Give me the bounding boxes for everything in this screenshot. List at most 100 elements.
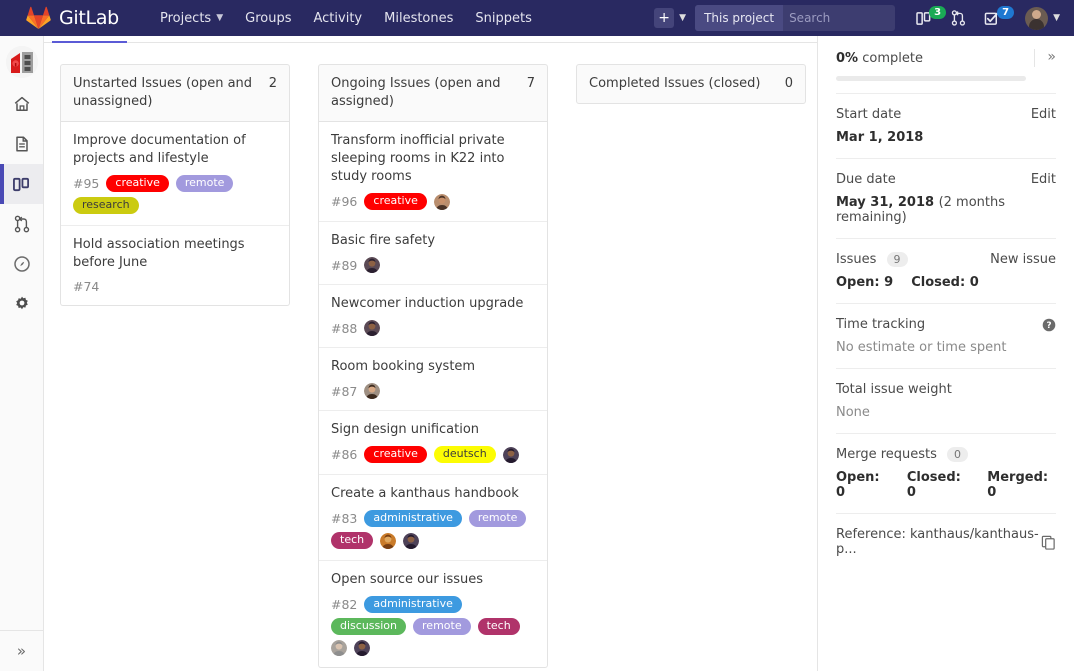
gitlab-logo[interactable]: GitLab	[26, 0, 119, 36]
issues-open: Open: 9	[836, 275, 894, 290]
board-column-cards: Improve documentation of projects and li…	[60, 122, 290, 306]
issue-label[interactable]: remote	[468, 510, 527, 527]
avatar	[1025, 6, 1049, 30]
assignee-avatar[interactable]	[331, 640, 347, 656]
project-avatar[interactable]	[5, 46, 38, 78]
issue-card[interactable]: Room booking system #87	[319, 348, 547, 411]
issue-card-title[interactable]: Open source our issues	[331, 571, 535, 589]
search-scope-button[interactable]: This project	[695, 5, 784, 31]
issue-card[interactable]: Newcomer induction upgrade #88	[319, 285, 547, 348]
assignee-avatar[interactable]	[354, 640, 370, 656]
user-menu-button[interactable]: ▼	[1010, 0, 1064, 36]
due-date-date: May 31, 2018	[836, 195, 935, 210]
assignee-avatar[interactable]	[380, 532, 397, 549]
sidebar-collapse-button[interactable]: »	[0, 630, 43, 671]
issue-card[interactable]: Create a kanthaus handbook #83 administrat…	[319, 475, 547, 561]
progress-row: 0% complete »	[836, 36, 1056, 67]
issue-card-meta: #87	[331, 383, 535, 399]
due-date-section: Due date Edit May 31, 2018 (2 months rem…	[836, 158, 1056, 238]
nav-link-projects-label: Projects	[159, 10, 212, 26]
start-date-edit-button[interactable]: Edit	[1031, 107, 1056, 122]
new-item-chevron-down-icon[interactable]: ▼	[679, 13, 686, 23]
sidebar-item-merge-requests[interactable]	[0, 204, 43, 244]
issue-card-meta: #74	[73, 279, 277, 294]
issue-card-title[interactable]: Transform inofficial private sleeping ro…	[331, 132, 535, 186]
issue-label[interactable]: administrative	[364, 596, 462, 613]
new-item-button[interactable]: +	[654, 8, 675, 28]
due-date-edit-button[interactable]: Edit	[1031, 172, 1056, 187]
issue-card[interactable]: Basic fire safety #89	[319, 222, 547, 285]
nav-link-activity[interactable]: Activity	[303, 0, 374, 36]
issue-card-title[interactable]: Create a kanthaus handbook	[331, 485, 535, 503]
sidebar-item-repository[interactable]	[0, 124, 43, 164]
issue-card-meta: #88	[331, 320, 535, 336]
issue-label[interactable]: tech	[477, 618, 520, 635]
assignee-avatar[interactable]	[403, 532, 420, 549]
start-date-value: Mar 1, 2018	[836, 130, 924, 145]
board-column-title: Unstarted Issues (open and unassigned)	[73, 76, 253, 109]
nav-link-snippets[interactable]: Snippets	[464, 0, 542, 36]
merge-requests-label: Merge requests 0	[836, 447, 1056, 462]
board-column: Unstarted Issues (open and unassigned) 2 I…	[60, 64, 290, 668]
issue-label[interactable]: administrative	[364, 510, 462, 527]
issue-card-title[interactable]: Hold association meetings before June	[73, 236, 277, 272]
sidebar-item-settings[interactable]	[0, 284, 43, 324]
merge-requests-button[interactable]	[942, 0, 975, 36]
issue-label[interactable]: discussion	[331, 618, 407, 635]
assignee-avatar[interactable]	[364, 383, 381, 399]
sidebar-item-cicd[interactable]	[0, 244, 43, 284]
issue-label[interactable]: creative	[364, 193, 427, 210]
nav-link-milestones[interactable]: Milestones	[373, 0, 464, 36]
issue-card[interactable]: Open source our issues #82 administrative d…	[319, 561, 547, 667]
todos-button[interactable]: 7	[975, 0, 1015, 36]
search-input[interactable]	[783, 5, 896, 31]
reference-section: Reference: kanthaus/kanthaus-p...	[836, 513, 1056, 570]
start-date-section: Start date Edit Mar 1, 2018	[836, 93, 1056, 158]
board-column-cards: Transform inofficial private sleeping ro…	[318, 122, 548, 668]
issue-card-title[interactable]: Improve documentation of projects and li…	[73, 132, 277, 168]
nav-link-groups[interactable]: Groups	[234, 0, 302, 36]
sidebar-collapse-button[interactable]: »	[1034, 49, 1056, 67]
merge-request-icon	[14, 215, 29, 233]
issue-card-title[interactable]: Room booking system	[331, 358, 535, 376]
search-bar: This project	[695, 5, 896, 31]
assignee-avatar[interactable]	[364, 320, 381, 336]
issue-card[interactable]: Sign design unification #86 creative deutsc…	[319, 411, 547, 475]
assignee-avatar[interactable]	[433, 193, 450, 210]
progress-bar	[836, 76, 1026, 81]
issue-label[interactable]: creative	[364, 446, 427, 463]
board-column-count: 7	[526, 76, 535, 91]
issue-card[interactable]: Hold association meetings before June #74	[61, 226, 289, 305]
issue-card-title[interactable]: Basic fire safety	[331, 232, 535, 250]
issue-card-meta: #83 administrative remote tech	[331, 510, 535, 549]
board-column: Ongoing Issues (open and assigned) 7 Trans…	[318, 64, 548, 668]
issue-card-title[interactable]: Newcomer induction upgrade	[331, 295, 535, 313]
issue-boards-button[interactable]: 3	[907, 0, 947, 36]
assignee-avatar[interactable]	[364, 257, 381, 273]
sidebar-item-overview[interactable]	[0, 84, 43, 124]
merge-requests-stats: Open: 0 Closed: 0 Merged: 0	[836, 470, 1056, 500]
help-icon[interactable]: ?	[1042, 318, 1056, 332]
issue-card-id: #82	[331, 597, 358, 612]
issue-card[interactable]: Transform inofficial private sleeping ro…	[319, 122, 547, 222]
issues-label-text: Issues	[836, 252, 877, 267]
issue-card[interactable]: Improve documentation of projects and li…	[61, 122, 289, 226]
issue-weight-section: Total issue weight None	[836, 368, 1056, 433]
issue-label[interactable]: remote	[175, 175, 234, 192]
issue-label[interactable]: creative	[106, 175, 169, 192]
issue-card-meta: #95 creative remote research	[73, 175, 277, 214]
user-menu-chevron-down-icon: ▼	[1053, 13, 1060, 23]
sidebar-item-issues[interactable]	[0, 164, 43, 204]
assignee-avatar[interactable]	[502, 446, 519, 463]
issue-label[interactable]: research	[73, 197, 139, 214]
merge-requests-closed: Closed: 0	[906, 470, 961, 500]
issue-label[interactable]: tech	[331, 532, 374, 549]
issue-card-id: #87	[331, 383, 358, 399]
copy-icon[interactable]	[1041, 535, 1056, 550]
issue-card-title[interactable]: Sign design unification	[331, 421, 535, 439]
gear-icon	[15, 296, 28, 310]
nav-link-projects[interactable]: Projects ▼	[149, 0, 234, 36]
issue-label[interactable]: remote	[413, 618, 471, 635]
issue-label[interactable]: deutsch	[433, 446, 496, 463]
new-issue-button[interactable]: New issue	[990, 252, 1056, 267]
